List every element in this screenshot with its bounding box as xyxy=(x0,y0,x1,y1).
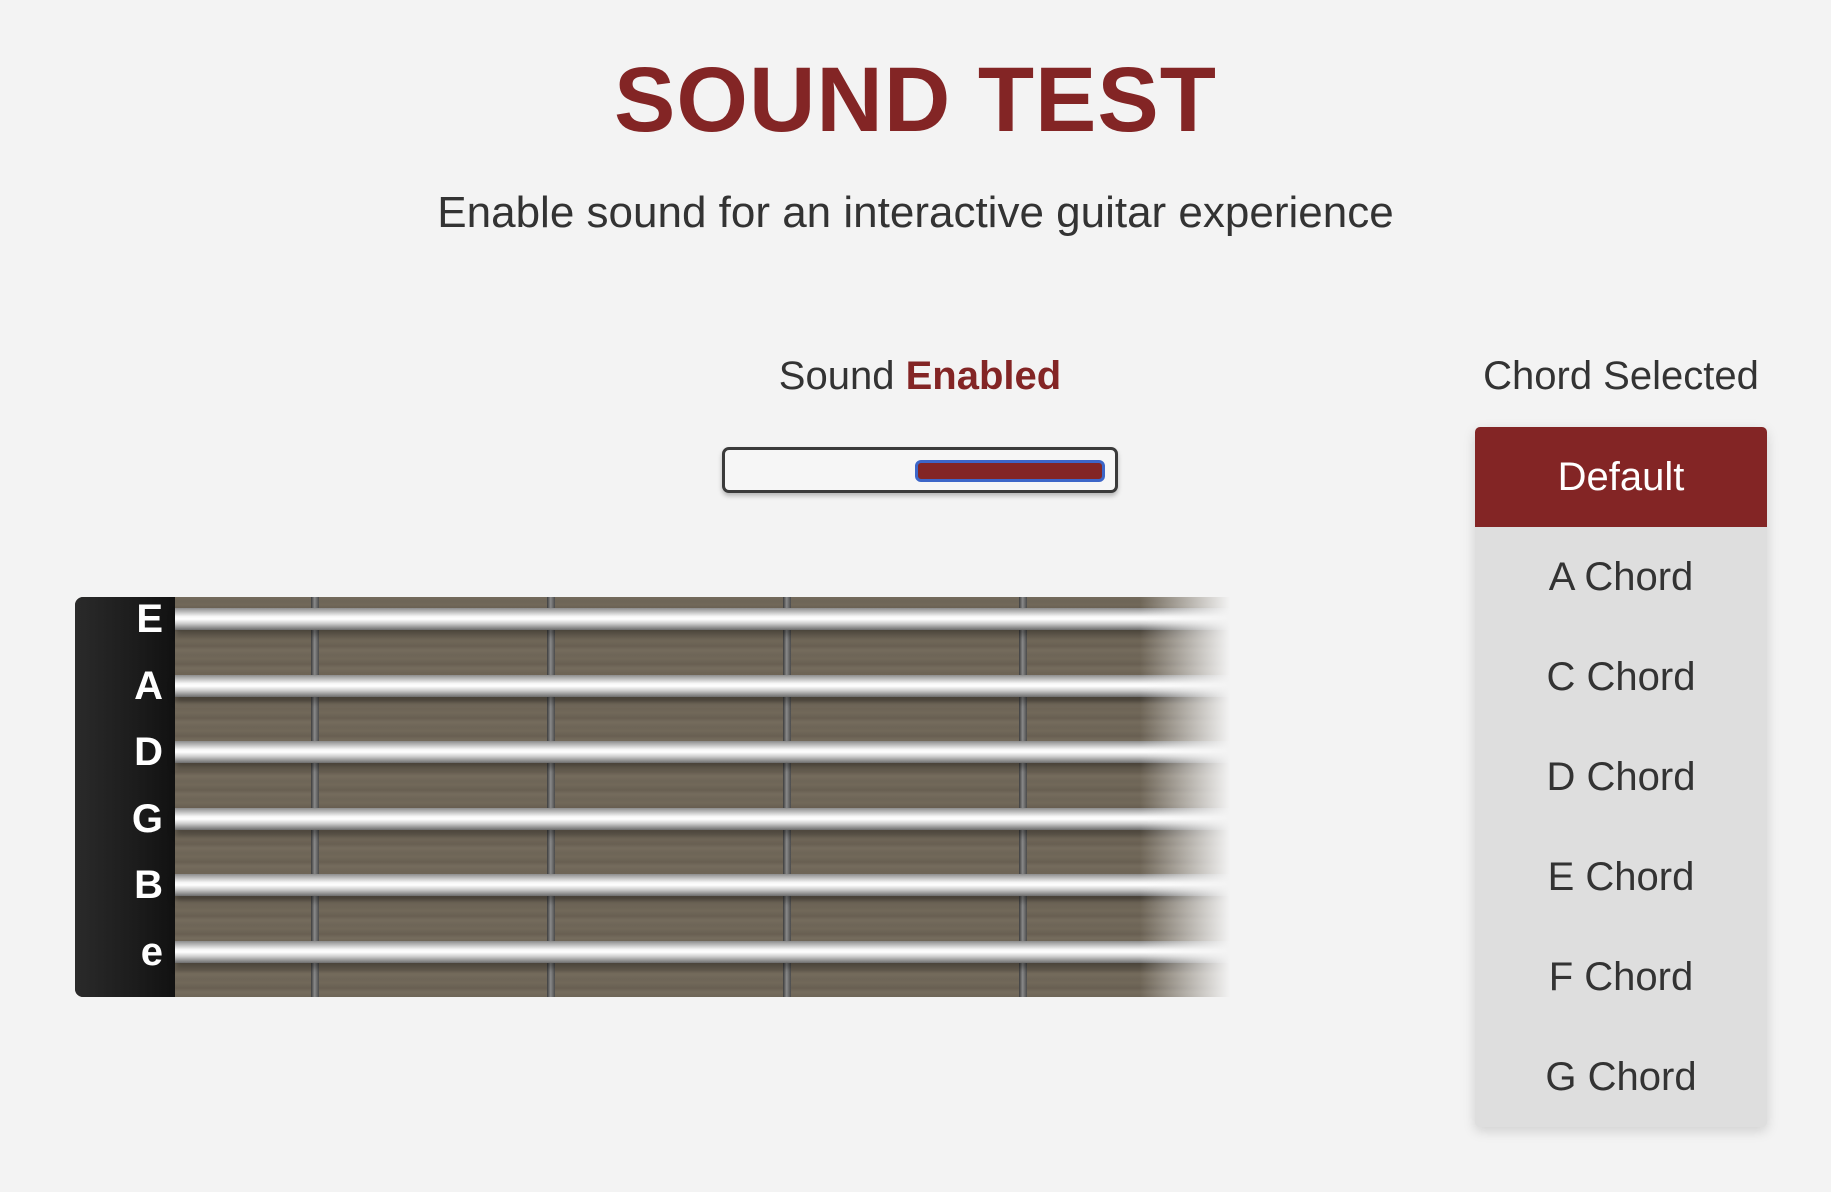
guitar-string-5[interactable] xyxy=(175,874,1230,896)
string-label: B xyxy=(134,863,163,907)
chord-option-default[interactable]: Default xyxy=(1475,427,1767,527)
string-label: A xyxy=(134,663,163,708)
page-subtitle: Enable sound for an interactive guitar e… xyxy=(437,188,1394,237)
guitar-string-3[interactable] xyxy=(175,741,1230,763)
sound-toggle-knob[interactable] xyxy=(915,460,1105,482)
fret-2 xyxy=(547,597,555,997)
guitar-fretboard: EADGBe xyxy=(75,597,1230,997)
chord-option-f-chord[interactable]: F Chord xyxy=(1475,927,1767,1027)
guitar-string-4[interactable] xyxy=(175,807,1230,830)
string-label: E xyxy=(136,597,163,641)
sound-label-text: Sound xyxy=(778,354,895,398)
guitar-string-6[interactable] xyxy=(175,940,1230,963)
chord-selected-label: Chord Selected xyxy=(1483,354,1759,398)
sound-state-text: Enabled xyxy=(905,354,1062,398)
fret-4 xyxy=(1019,597,1027,997)
guitar-string-2[interactable] xyxy=(175,674,1230,697)
page-title: SOUND TEST xyxy=(614,49,1217,151)
fret-3 xyxy=(783,597,791,997)
fret-1 xyxy=(311,597,319,997)
chord-option-c-chord[interactable]: C Chord xyxy=(1475,627,1767,727)
string-label: D xyxy=(134,730,163,774)
sound-test-page: SOUND TEST Enable sound for an interacti… xyxy=(0,0,1831,1192)
chord-option-a-chord[interactable]: A Chord xyxy=(1475,527,1767,627)
chord-list: Default A Chord C Chord D Chord E Chord F Cho… xyxy=(1475,427,1767,1127)
sound-status-label: Sound Enabled xyxy=(720,354,1120,399)
string-label: e xyxy=(140,929,163,974)
chord-option-d-chord[interactable]: D Chord xyxy=(1475,727,1767,827)
string-label: G xyxy=(131,796,163,841)
chord-option-g-chord[interactable]: G Chord xyxy=(1475,1027,1767,1127)
sound-toggle[interactable] xyxy=(722,447,1118,493)
chord-option-e-chord[interactable]: E Chord xyxy=(1475,827,1767,927)
guitar-string-1[interactable] xyxy=(175,608,1230,630)
